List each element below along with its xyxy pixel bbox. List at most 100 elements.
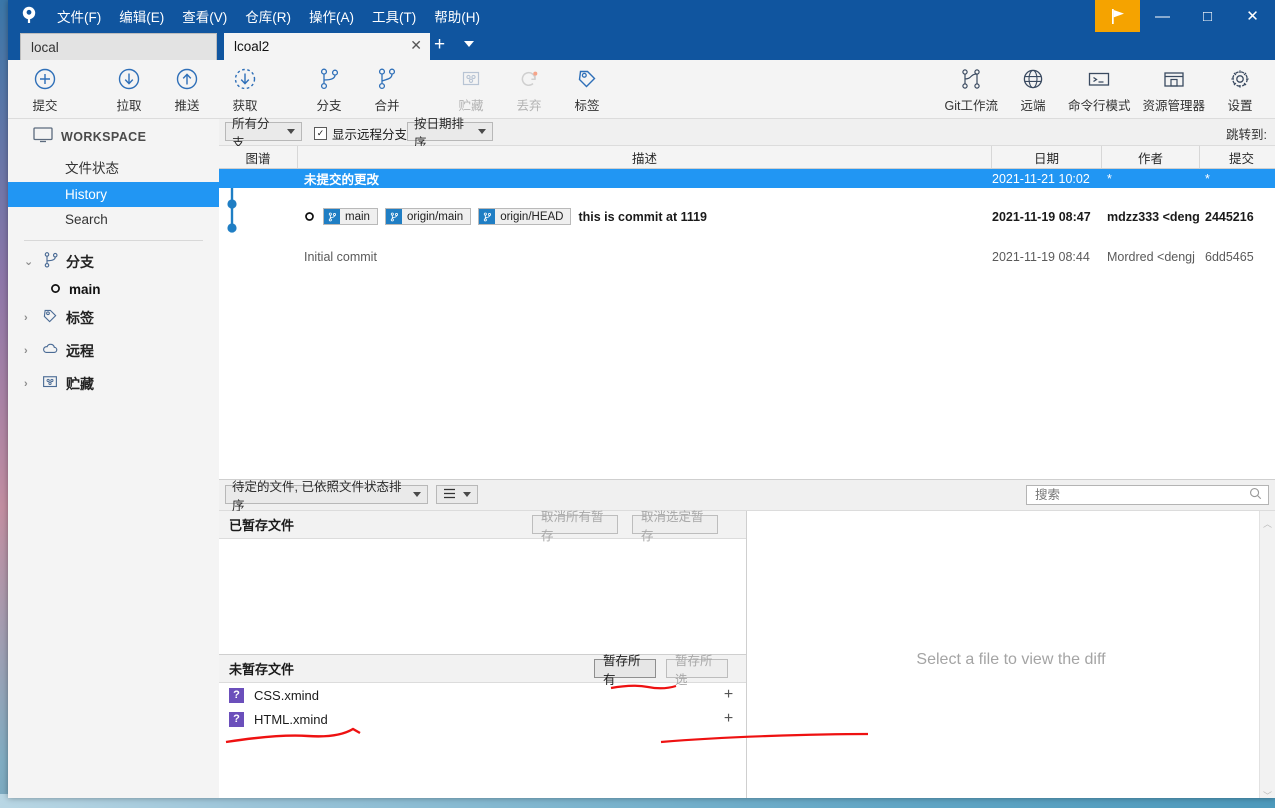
fetch-button[interactable]: 获取	[216, 60, 274, 116]
gitflow-icon	[958, 66, 984, 92]
commit-hash: 6dd5465	[1205, 249, 1254, 264]
close-button[interactable]: ✕	[1230, 0, 1275, 32]
file-name: CSS.xmind	[254, 687, 320, 703]
commit-button[interactable]: 提交	[16, 60, 74, 116]
menu-edit[interactable]: 编辑(E)	[110, 2, 173, 30]
search-icon[interactable]	[1249, 487, 1262, 503]
new-tab-icon[interactable]: +	[434, 35, 445, 55]
column-header-commit[interactable]: 提交	[1200, 146, 1275, 168]
remote-button[interactable]: 远端	[1004, 60, 1062, 116]
discard-label: 丢弃	[516, 99, 542, 113]
ref-badge[interactable]: main	[323, 208, 378, 225]
table-row[interactable]: 未提交的更改 2021-11-21 10:02 * *	[219, 169, 1275, 188]
settings-button[interactable]: 设置	[1211, 60, 1269, 116]
tag-icon	[575, 66, 599, 92]
remote-label: 远端	[1020, 99, 1046, 113]
merge-button[interactable]: 合并	[358, 60, 416, 116]
checkbox-checked-icon: ✓	[314, 127, 327, 140]
menu-tools[interactable]: 工具(T)	[363, 2, 425, 30]
sidebar-section-branches[interactable]: ⌄ 分支	[8, 245, 219, 278]
terminal-icon	[1085, 66, 1113, 92]
branch-icon	[41, 251, 59, 272]
main-panel: 所有分支 ✓ 显示远程分支 按日期排序 跳转到: 图谱 描述 日期 作者 提交 …	[219, 117, 1275, 798]
search-input[interactable]	[1033, 487, 1249, 503]
tag-button[interactable]: 标签	[558, 60, 616, 116]
push-button[interactable]: 推送	[158, 60, 216, 116]
table-row[interactable]: Initial commit 2021-11-19 08:44 Mordred …	[219, 247, 1275, 266]
unstage-all-button[interactable]: 取消所有暂存	[532, 510, 618, 543]
column-header-date[interactable]: 日期	[992, 146, 1102, 168]
chevron-right-icon[interactable]: ›	[24, 312, 34, 324]
monitor-icon	[33, 127, 53, 146]
file-search-box[interactable]	[1026, 485, 1269, 505]
column-header-author[interactable]: 作者	[1102, 146, 1200, 168]
sidebar-section-remotes[interactable]: › 远程	[8, 334, 219, 367]
column-header-description[interactable]: 描述	[298, 146, 992, 168]
menu-view[interactable]: 查看(V)	[173, 2, 236, 30]
stage-file-icon[interactable]: +	[721, 710, 736, 726]
stage-all-button[interactable]: 暂存所有	[594, 654, 656, 687]
tab-lcoal2[interactable]: lcoal2 ✕	[224, 33, 430, 60]
window-controls: — □ ✕	[1095, 0, 1275, 32]
chevron-down-icon[interactable]: ⌄	[24, 255, 34, 268]
menu-help[interactable]: 帮助(H)	[425, 2, 489, 30]
file-view-select[interactable]	[436, 485, 478, 504]
gitflow-button[interactable]: Git工作流	[938, 60, 1003, 116]
close-icon[interactable]: ✕	[410, 37, 422, 54]
app-logo-icon	[18, 5, 40, 27]
sort-order-value: 按日期排序	[414, 116, 465, 150]
branch-filter-select[interactable]: 所有分支	[225, 117, 302, 150]
chevron-down-icon[interactable]: ﹀	[1263, 789, 1272, 798]
list-item[interactable]: ? HTML.xmind +	[219, 707, 746, 731]
unstaged-files-list[interactable]: ? CSS.xmind + ? HTML.xmind +	[219, 683, 746, 731]
unstaged-files-header: 未暂存文件 暂存所有 暂存所选	[219, 654, 746, 687]
sidebar-item-search[interactable]: Search	[8, 207, 219, 232]
sidebar-section-stashes[interactable]: › 贮藏	[8, 367, 219, 400]
sidebar-branch-main[interactable]: main	[8, 278, 219, 301]
toolbar: 提交 拉取 推送 获取 分支 合并 贮藏 丢弃 标签 Git工作流 远端 命令行…	[8, 60, 1275, 119]
globe-icon	[1021, 66, 1045, 92]
flag-button[interactable]	[1095, 0, 1140, 32]
menu-actions[interactable]: 操作(A)	[300, 2, 363, 30]
minimize-button[interactable]: —	[1140, 0, 1185, 32]
stage-selected-button[interactable]: 暂存所选	[666, 654, 728, 687]
chevron-down-icon[interactable]	[464, 41, 474, 47]
explorer-button[interactable]: 资源管理器	[1136, 60, 1211, 116]
sort-order-select[interactable]: 按日期排序	[407, 117, 493, 150]
show-remote-branches-checkbox[interactable]: ✓ 显示远程分支	[314, 124, 407, 143]
tab-local[interactable]: local	[20, 33, 217, 60]
unstage-selected-button[interactable]: 取消选定暂存	[632, 510, 718, 543]
diff-scrollbar[interactable]: ︿ ﹀	[1259, 511, 1275, 798]
chevron-up-icon[interactable]: ︿	[1263, 517, 1272, 530]
pull-button[interactable]: 拉取	[100, 60, 158, 116]
menu-repository[interactable]: 仓库(R)	[236, 2, 300, 30]
commit-refs-and-description: main origin/main origin/HEAD this is com…	[304, 207, 994, 226]
staged-files-list[interactable]	[219, 539, 746, 654]
menu-file[interactable]: 文件(F)	[48, 2, 110, 30]
ref-badge[interactable]: origin/main	[384, 208, 472, 225]
sidebar-item-history[interactable]: History	[8, 182, 219, 207]
sidebar-divider	[24, 240, 203, 241]
commit-dot-icon	[304, 211, 315, 222]
chevron-right-icon[interactable]: ›	[24, 345, 34, 357]
stage-file-icon[interactable]: +	[721, 686, 736, 702]
table-row[interactable]: main origin/main origin/HEAD this is com…	[219, 207, 1275, 226]
list-view-icon	[443, 488, 456, 502]
menu-bar[interactable]: 文件(F) 编辑(E) 查看(V) 仓库(R) 操作(A) 工具(T) 帮助(H…	[48, 0, 489, 32]
maximize-button[interactable]: □	[1185, 0, 1230, 32]
diff-panel: Select a file to view the diff ︿ ﹀	[747, 511, 1275, 798]
chevron-right-icon[interactable]: ›	[24, 378, 34, 390]
sidebar-section-tags[interactable]: › 标签	[8, 301, 219, 334]
chevron-down-icon	[413, 492, 421, 497]
file-sort-select[interactable]: 待定的文件, 已依照文件状态排序	[225, 480, 428, 513]
commit-list[interactable]: 未提交的更改 2021-11-21 10:02 * * main origin/…	[219, 169, 1275, 480]
list-item[interactable]: ? CSS.xmind +	[219, 683, 746, 707]
ref-badge[interactable]: origin/HEAD	[478, 208, 572, 225]
terminal-button[interactable]: 命令行模式	[1062, 60, 1137, 116]
sidebar-item-file-status[interactable]: 文件状态	[8, 152, 219, 182]
stash-icon	[459, 66, 483, 92]
branch-icon	[316, 66, 342, 92]
commit-author: Mordred <dengj	[1107, 249, 1195, 264]
column-header-graph[interactable]: 图谱	[219, 146, 298, 168]
branch-button[interactable]: 分支	[300, 60, 358, 116]
